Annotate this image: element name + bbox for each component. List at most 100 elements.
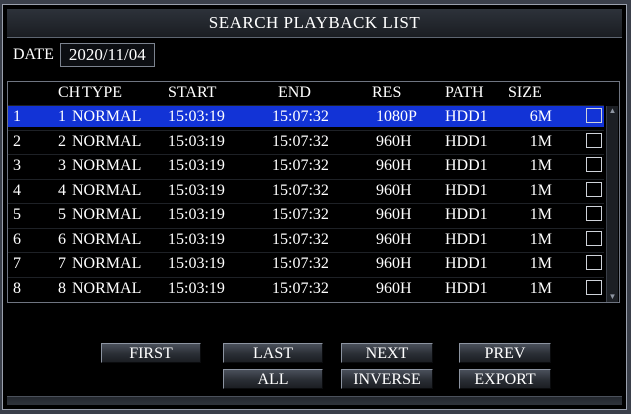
export-button[interactable]: EXPORT — [459, 369, 551, 389]
cell-res: 960H — [376, 255, 412, 272]
cell-type: NORMAL — [72, 108, 142, 125]
row-checkbox[interactable] — [586, 132, 602, 148]
cell-ch: 3 — [58, 157, 66, 174]
first-button[interactable]: FIRST — [101, 343, 201, 363]
cell-size: 1M — [529, 132, 552, 150]
cell-ch: 4 — [58, 181, 66, 199]
cell-ch: 5 — [58, 206, 66, 223]
cell-size: 1M — [529, 255, 552, 272]
date-field[interactable]: 2020/11/04 — [59, 43, 155, 67]
cell-ch: 8 — [58, 279, 66, 297]
table-row[interactable]: 3 3 NORMAL 15:03:19 15:07:32 960H HDD1 1M — [8, 154, 604, 176]
header-res: RES — [372, 84, 402, 101]
cell-end: 15:07:32 — [272, 132, 329, 150]
cell-end: 15:07:32 — [272, 181, 329, 199]
header-end: END — [278, 84, 311, 101]
cell-path: HDD1 — [445, 181, 488, 199]
playback-list: CH TYPE START END RES PATH SIZE 1 1 NORMAL… — [7, 81, 620, 303]
table-row[interactable]: 8 8 NORMAL 15:03:19 15:07:32 960H HDD1 1M — [8, 276, 604, 299]
prev-button[interactable]: PREV — [459, 343, 551, 363]
cell-path: HDD1 — [445, 157, 488, 174]
cell-path: HDD1 — [445, 230, 488, 248]
cell-size: 1M — [529, 230, 552, 248]
table-row[interactable]: 6 6 NORMAL 15:03:19 15:07:32 960H HDD1 1M — [8, 227, 604, 250]
cell-idx: 5 — [13, 206, 21, 223]
header-type: TYPE — [82, 84, 122, 101]
table-row[interactable]: 5 5 NORMAL 15:03:19 15:07:32 960H HDD1 1M — [8, 203, 604, 225]
cell-type: NORMAL — [72, 157, 142, 174]
cell-size: 1M — [529, 206, 552, 223]
cell-path: HDD1 — [445, 132, 488, 150]
cell-type: NORMAL — [72, 230, 142, 248]
next-button[interactable]: NEXT — [341, 343, 433, 363]
cell-type: NORMAL — [72, 255, 142, 272]
header-size: SIZE — [508, 84, 542, 101]
row-checkbox[interactable] — [586, 108, 602, 123]
row-checkbox[interactable] — [586, 206, 602, 221]
table-row[interactable]: 4 4 NORMAL 15:03:19 15:07:32 960H HDD1 1M — [8, 178, 604, 201]
cell-start: 15:03:19 — [168, 132, 225, 150]
cell-res: 960H — [376, 157, 412, 174]
last-button[interactable]: LAST — [223, 343, 323, 363]
cell-start: 15:03:19 — [168, 157, 225, 174]
cell-idx: 3 — [13, 157, 21, 174]
cell-res: 960H — [376, 132, 412, 150]
row-checkbox[interactable] — [586, 255, 602, 270]
cell-type: NORMAL — [72, 181, 142, 199]
cell-end: 15:07:32 — [272, 255, 329, 272]
cell-end: 15:07:32 — [272, 157, 329, 174]
table-row[interactable]: 2 2 NORMAL 15:03:19 15:07:32 960H HDD1 1M — [8, 129, 604, 152]
scroll-up-arrow-icon[interactable]: ▲ — [607, 106, 618, 116]
table-header: CH TYPE START END RES PATH SIZE — [8, 82, 604, 103]
playback-list-dialog: SEARCH PLAYBACK LIST DATE 2020/11/04 CH … — [2, 4, 627, 410]
cell-ch: 1 — [58, 108, 66, 125]
cell-size: 1M — [529, 279, 552, 297]
cell-idx: 8 — [13, 279, 21, 297]
date-row: DATE 2020/11/04 — [13, 42, 155, 68]
cell-ch: 2 — [58, 132, 66, 150]
scroll-down-arrow-icon[interactable]: ▼ — [607, 292, 618, 302]
date-label: DATE — [13, 46, 54, 63]
cell-start: 15:03:19 — [168, 255, 225, 272]
cell-start: 15:03:19 — [168, 108, 225, 125]
list-scrollbar[interactable]: ▲ ▼ — [606, 106, 618, 302]
cell-idx: 4 — [13, 181, 21, 199]
cell-res: 960H — [376, 279, 412, 297]
row-checkbox[interactable] — [586, 279, 602, 295]
cell-ch: 7 — [58, 255, 66, 272]
row-checkbox[interactable] — [586, 157, 602, 172]
row-checkbox[interactable] — [586, 181, 602, 197]
cell-end: 15:07:32 — [272, 279, 329, 297]
header-ch: CH — [58, 84, 81, 101]
status-bar — [7, 396, 622, 405]
cell-start: 15:03:19 — [168, 181, 225, 199]
all-button[interactable]: ALL — [223, 369, 323, 389]
cell-start: 15:03:19 — [168, 206, 225, 223]
cell-type: NORMAL — [72, 132, 142, 150]
cell-end: 15:07:32 — [272, 108, 329, 125]
cell-type: NORMAL — [72, 206, 142, 223]
cell-idx: 1 — [13, 108, 21, 125]
cell-ch: 6 — [58, 230, 66, 248]
cell-res: 1080P — [376, 108, 417, 125]
inverse-button[interactable]: INVERSE — [341, 369, 433, 389]
cell-path: HDD1 — [445, 279, 488, 297]
table-row[interactable]: 1 1 NORMAL 15:03:19 15:07:32 1080P HDD1 6M — [8, 105, 604, 127]
cell-start: 15:03:19 — [168, 230, 225, 248]
cell-idx: 7 — [13, 255, 21, 272]
cell-size: 1M — [529, 157, 552, 174]
header-path: PATH — [445, 84, 484, 101]
cell-path: HDD1 — [445, 206, 488, 223]
cell-start: 15:03:19 — [168, 279, 225, 297]
cell-res: 960H — [376, 181, 412, 199]
row-checkbox[interactable] — [586, 230, 602, 246]
table-row[interactable]: 7 7 NORMAL 15:03:19 15:07:32 960H HDD1 1M — [8, 252, 604, 274]
cell-type: NORMAL — [72, 279, 142, 297]
cell-idx: 6 — [13, 230, 21, 248]
cell-path: HDD1 — [445, 255, 488, 272]
cell-size: 1M — [529, 181, 552, 199]
header-start: START — [168, 84, 217, 101]
cell-size: 6M — [529, 108, 552, 125]
cell-res: 960H — [376, 206, 412, 223]
cell-path: HDD1 — [445, 108, 488, 125]
